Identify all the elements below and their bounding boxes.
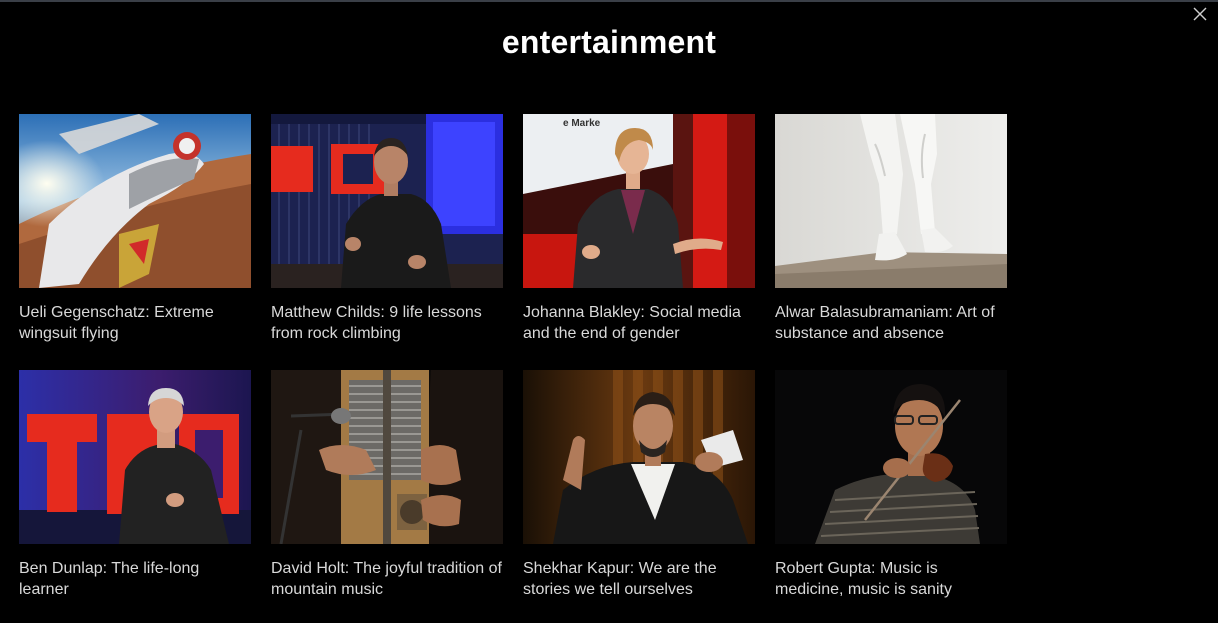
talk-card[interactable]: Ben Dunlap: The life-long learner — [19, 370, 251, 600]
talk-thumbnail[interactable] — [775, 370, 1007, 544]
talk-title[interactable]: Ueli Gegenschatz: Extreme wingsuit flyin… — [19, 302, 251, 344]
talk-grid: Ueli Gegenschatz: Extreme wingsuit flyin… — [19, 114, 1007, 600]
talk-title[interactable]: David Holt: The joyful tradition of moun… — [271, 558, 503, 600]
talk-title[interactable]: Matthew Childs: 9 life lessons from rock… — [271, 302, 503, 344]
talk-title[interactable]: Alwar Balasubramaniam: Art of substance … — [775, 302, 1007, 344]
talk-thumbnail[interactable] — [19, 114, 251, 288]
page-title: entertainment — [501, 24, 717, 60]
talk-card[interactable]: e Marke Johanna Blakley: Social media an… — [523, 114, 755, 344]
talk-title[interactable]: Shekhar Kapur: We are the stories we tel… — [523, 558, 755, 600]
talk-card[interactable]: Robert Gupta: Music is medicine, music i… — [775, 370, 1007, 600]
talks-overlay: entertainment Ueli Gegenschatz: Extreme … — [0, 0, 1218, 623]
talk-card[interactable]: Ueli Gegenschatz: Extreme wingsuit flyin… — [19, 114, 251, 344]
talk-card[interactable]: David Holt: The joyful tradition of moun… — [271, 370, 503, 600]
talk-thumbnail[interactable] — [271, 114, 503, 288]
talk-title[interactable]: Robert Gupta: Music is medicine, music i… — [775, 558, 1007, 600]
close-button[interactable] — [1192, 6, 1208, 22]
talk-thumbnail[interactable]: e Marke — [523, 114, 755, 288]
talk-card[interactable]: Shekhar Kapur: We are the stories we tel… — [523, 370, 755, 600]
talk-card[interactable]: Matthew Childs: 9 life lessons from rock… — [271, 114, 503, 344]
talk-title[interactable]: Ben Dunlap: The life-long learner — [19, 558, 251, 600]
talk-thumbnail[interactable] — [19, 370, 251, 544]
svg-text:e Marke: e Marke — [563, 118, 601, 129]
close-icon — [1193, 7, 1207, 21]
talk-title[interactable]: Johanna Blakley: Social media and the en… — [523, 302, 755, 344]
talk-thumbnail[interactable] — [523, 370, 755, 544]
talk-thumbnail[interactable] — [775, 114, 1007, 288]
talk-card[interactable]: Alwar Balasubramaniam: Art of substance … — [775, 114, 1007, 344]
talk-thumbnail[interactable] — [271, 370, 503, 544]
